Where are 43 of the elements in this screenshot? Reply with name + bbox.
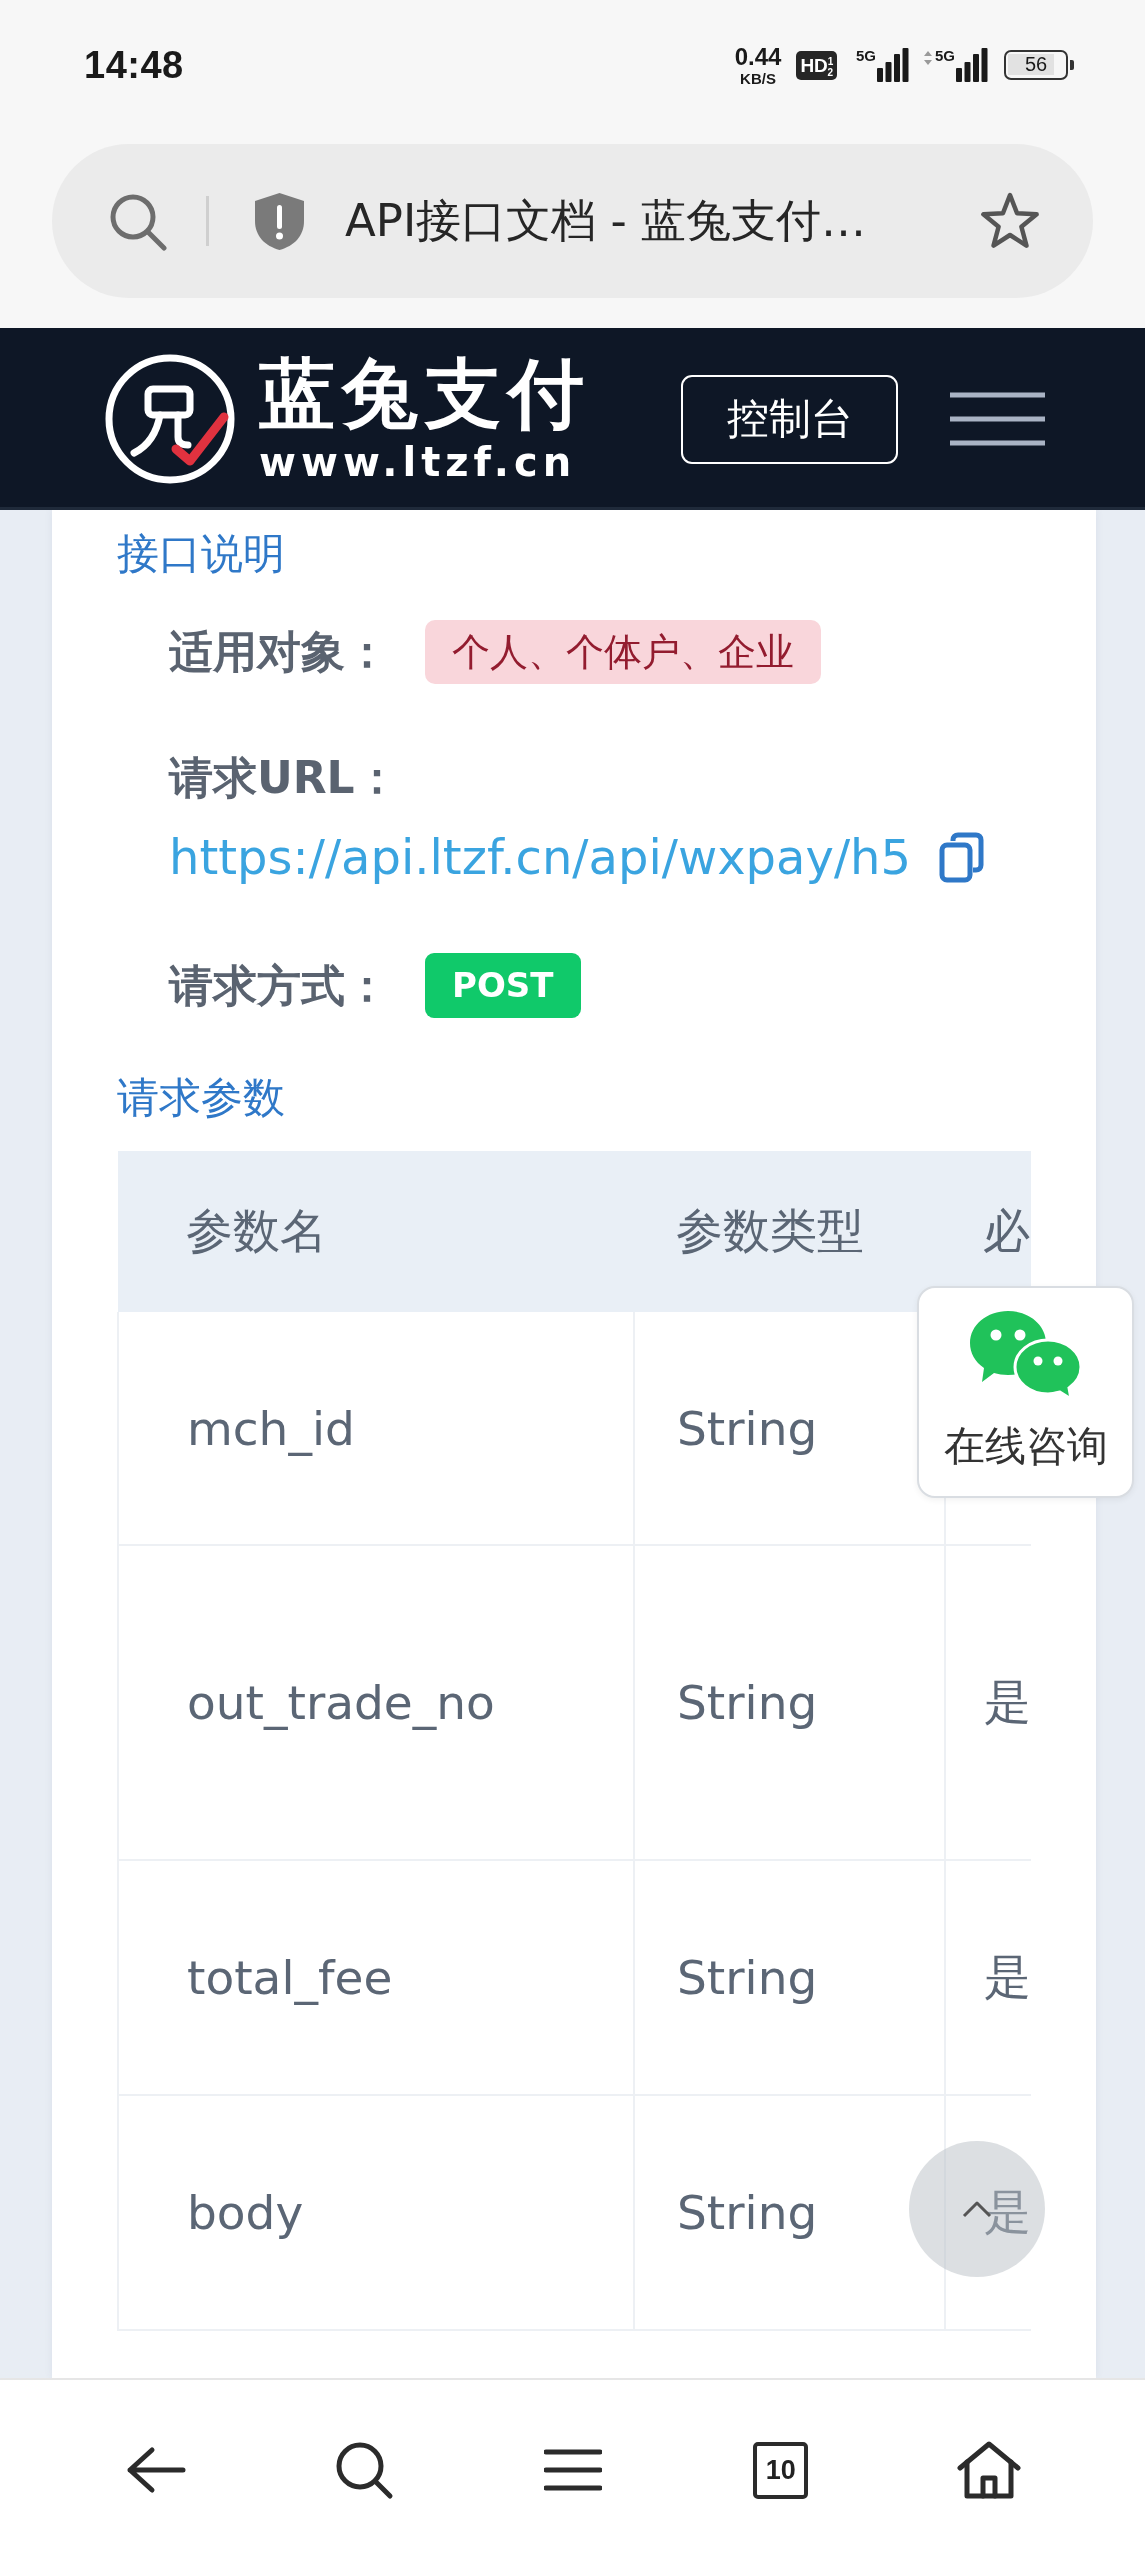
console-button[interactable]: 控制台 [681, 374, 898, 464]
section-title: 接口说明 [117, 528, 285, 580]
battery-indicator: 56 [1004, 50, 1074, 80]
table-cell: 是 [945, 2095, 1031, 2330]
table-cell: body [118, 2095, 634, 2330]
table-cell: String [634, 1545, 945, 1860]
search-icon[interactable] [334, 2440, 395, 2500]
audience-tag: 个人、个体户、企业 [425, 620, 821, 684]
shield-warning-icon[interactable] [253, 190, 306, 252]
logo-icon [104, 353, 236, 485]
copy-icon[interactable] [939, 831, 984, 883]
clock-time: 14:48 [84, 43, 184, 87]
table-cell: out_trade_no [118, 1545, 634, 1860]
http-method-badge: POST [425, 953, 581, 1018]
field-label: 适用对象： [169, 625, 389, 679]
table-cell: 是 [945, 1860, 1031, 2095]
tabs-button[interactable]: 10 [753, 2441, 809, 2499]
table-cell: 是 [945, 1545, 1031, 1860]
table-cell: String [634, 1860, 945, 2095]
table-cell: mch_id [118, 1312, 634, 1545]
table-cell: String [634, 2095, 945, 2330]
back-arrow-icon[interactable] [126, 2446, 187, 2494]
brand-name: 蓝兔支付 [259, 354, 591, 434]
brand-domain: www.ltzf.cn [259, 440, 578, 484]
star-icon[interactable] [979, 192, 1041, 250]
network-speed: 0.44 [734, 44, 782, 69]
page-title: API接口文档 - 蓝兔支付… [345, 193, 868, 249]
signal-bars-icon [956, 48, 988, 82]
network-type-label: 5G [855, 48, 876, 63]
column-header: 参数名 [118, 1151, 634, 1312]
network-speed-unit: KB/S [740, 70, 776, 86]
home-icon[interactable] [955, 2440, 1022, 2500]
section-title: 请求参数 [117, 1072, 285, 1124]
signal-bars-icon [877, 48, 909, 82]
menu-icon[interactable] [543, 2449, 602, 2491]
field-label: 请求方式： [169, 958, 389, 1013]
table-cell: total_fee [118, 1860, 634, 2095]
column-header: 参数类型 [634, 1151, 945, 1312]
address-bar[interactable]: API接口文档 - 蓝兔支付… [52, 144, 1093, 298]
field-label: 请求URL： [169, 751, 399, 805]
network-type-label: 5G [935, 48, 955, 63]
menu-icon[interactable] [950, 392, 1045, 446]
online-chat-button[interactable]: 在线咨询 [917, 1286, 1134, 1498]
